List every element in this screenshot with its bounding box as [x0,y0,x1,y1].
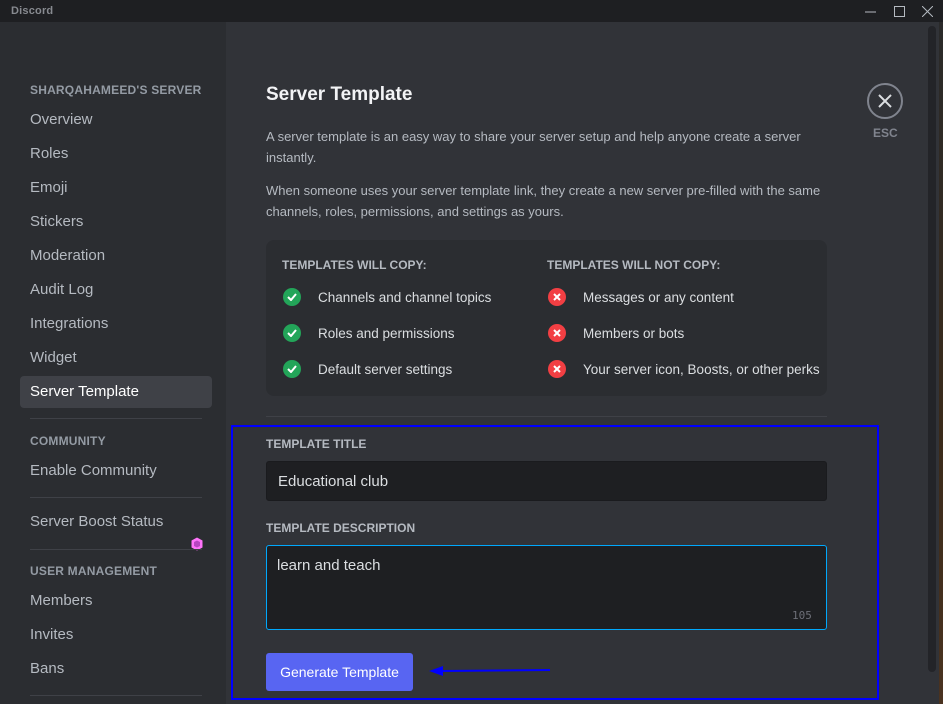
sidebar-item-roles[interactable]: Roles [20,138,212,170]
annotation-arrow-icon [429,666,551,676]
will-copy-header: TEMPLATES WILL COPY: [282,258,427,272]
sidebar-item-server-boost-status[interactable]: Server Boost Status [20,506,212,538]
app-name: Discord [11,5,54,17]
community-header: COMMUNITY [30,434,106,448]
will-not-copy-header: TEMPLATES WILL NOT COPY: [547,258,721,272]
sidebar-item-overview[interactable]: Overview [20,104,212,136]
check-circle-icon [283,360,301,378]
sidebar-divider [30,549,202,550]
sidebar-item-widget[interactable]: Widget [20,342,212,374]
minimize-button[interactable] [855,0,885,22]
section-divider [266,416,827,417]
minimize-icon [864,11,876,12]
x-circle-icon [548,324,566,342]
settings-sidebar: SHARQAHAMEED'S SERVER Overview Roles Emo… [0,22,226,704]
template-description-input[interactable]: learn and teach [266,545,827,630]
sidebar-divider [30,497,202,498]
template-description-label: TEMPLATE DESCRIPTION [266,521,416,535]
generate-template-button[interactable]: Generate Template [266,653,413,691]
close-settings-button[interactable] [867,83,903,119]
check-circle-icon [283,288,301,306]
sidebar-item-stickers[interactable]: Stickers [20,206,212,238]
maximize-icon [893,5,905,17]
will-not-copy-item: Members or bots [548,323,684,343]
sidebar-divider [30,418,202,419]
close-icon [921,5,933,17]
will-not-copy-item: Your server icon, Boosts, or other perks [548,359,820,379]
sidebar-item-server-template[interactable]: Server Template [20,376,212,408]
esc-label: ESC [873,126,898,140]
sidebar-item-bans[interactable]: Bans [20,653,212,685]
template-title-label: TEMPLATE TITLE [266,437,367,451]
background-window-edge [939,22,943,704]
check-circle-icon [283,324,301,342]
template-copy-info: TEMPLATES WILL COPY: Channels and channe… [266,240,827,396]
sidebar-item-members[interactable]: Members [20,585,212,617]
sidebar-item-emoji[interactable]: Emoji [20,172,212,204]
window-close-button[interactable] [912,0,942,22]
description-details: When someone uses your server template l… [266,183,821,219]
description-intro: A server template is an easy way to shar… [266,129,801,165]
character-count: 105 [792,609,812,622]
sidebar-item-invites[interactable]: Invites [20,619,212,651]
x-circle-icon [548,360,566,378]
will-copy-item: Default server settings [283,359,452,379]
sidebar-item-audit-log[interactable]: Audit Log [20,274,212,306]
sidebar-divider [30,695,202,696]
maximize-button[interactable] [884,0,914,22]
will-copy-item: Channels and channel topics [283,287,491,307]
window-titlebar: Discord [0,0,943,22]
server-name-header: SHARQAHAMEED'S SERVER [30,83,202,97]
template-title-input[interactable] [266,461,827,501]
sidebar-item-integrations[interactable]: Integrations [20,308,212,340]
settings-content: Server Template A server template is an … [226,22,943,704]
close-icon [878,94,892,108]
sidebar-item-enable-community[interactable]: Enable Community [20,455,212,487]
content-scrollbar[interactable] [928,26,936,672]
x-circle-icon [548,288,566,306]
user-management-header: USER MANAGEMENT [30,564,158,578]
sidebar-item-label: Server Boost Status [30,513,164,530]
will-not-copy-item: Messages or any content [548,287,734,307]
will-copy-item: Roles and permissions [283,323,455,343]
page-title: Server Template [266,84,413,105]
sidebar-item-moderation[interactable]: Moderation [20,240,212,272]
